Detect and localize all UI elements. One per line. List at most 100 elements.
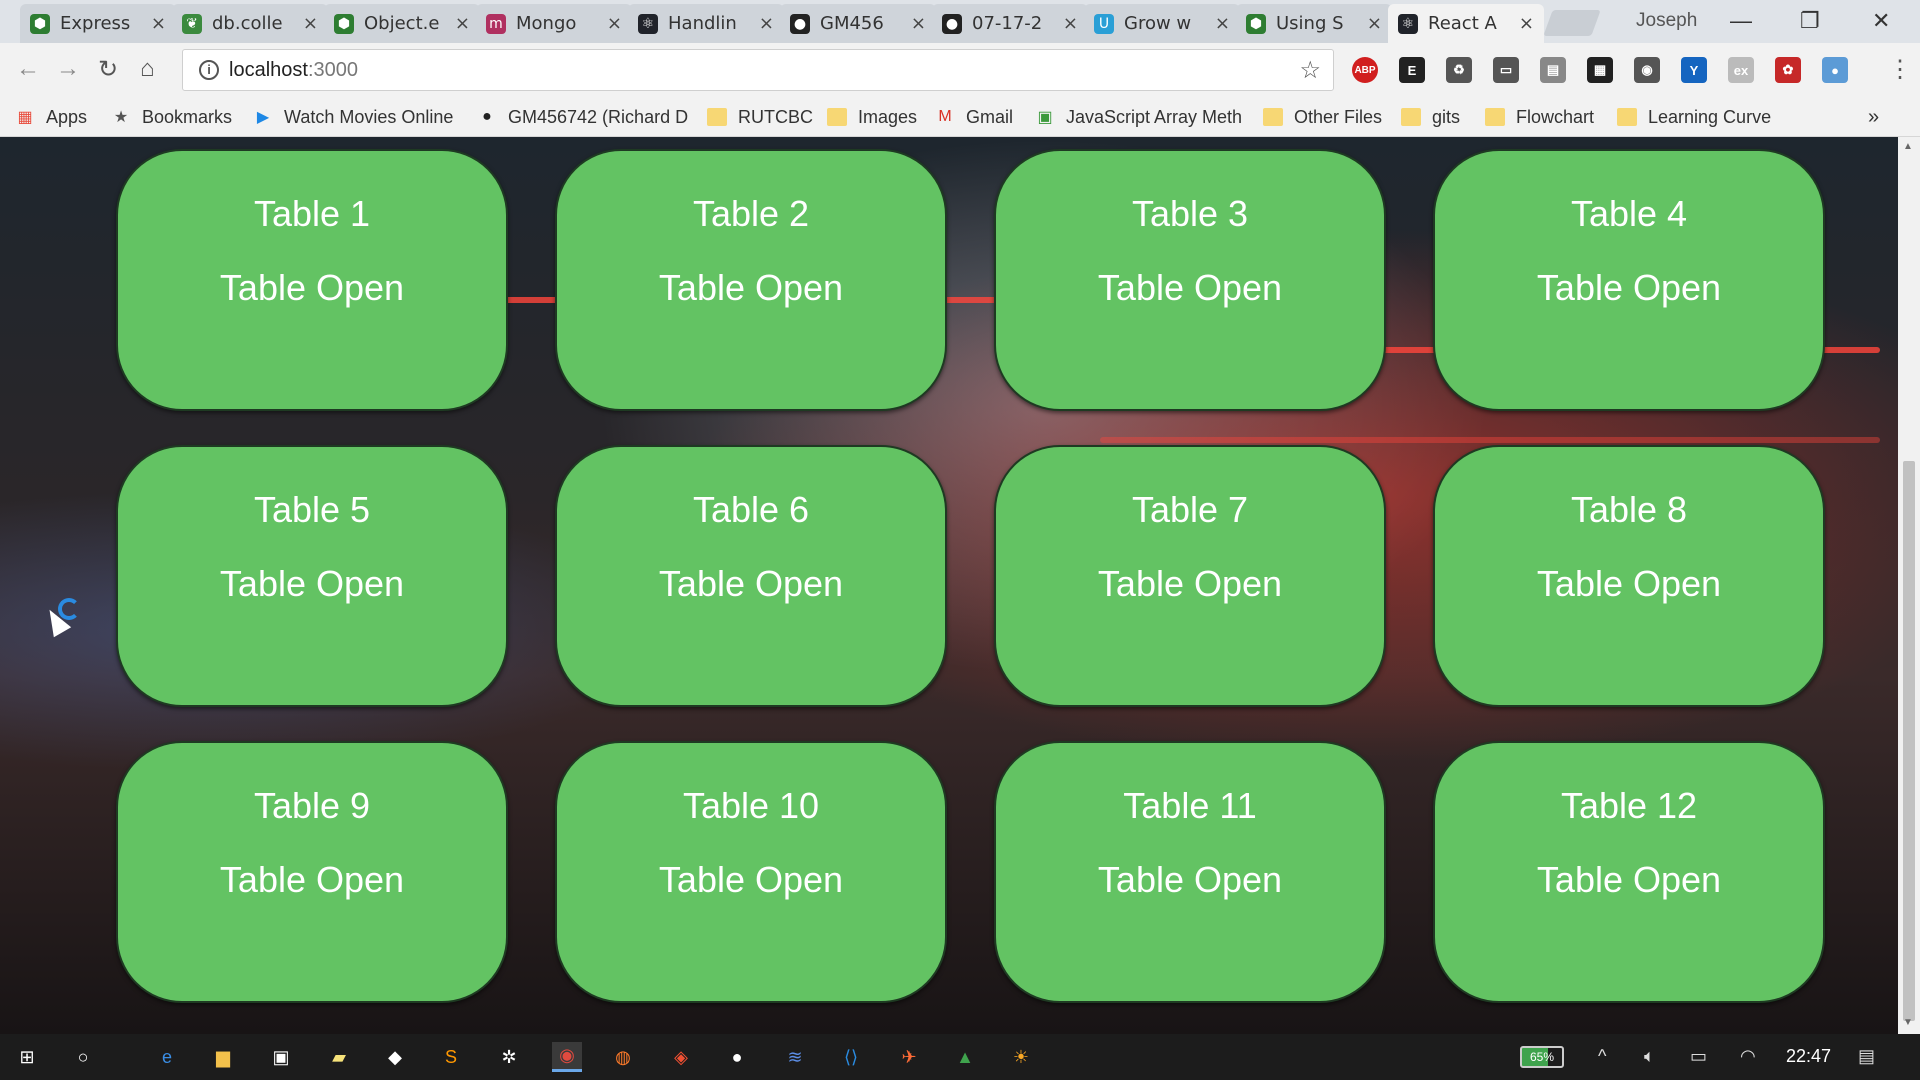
address-bar[interactable]: i localhost:3000 ☆	[182, 49, 1334, 91]
reader-icon[interactable]: ▤	[1540, 57, 1566, 83]
tab-close-icon[interactable]: ×	[303, 13, 318, 34]
globe-icon[interactable]: ◉	[1634, 57, 1660, 83]
bookmark-item[interactable]: ● GM456742 (Richard D	[476, 103, 688, 131]
paw-icon[interactable]: ✿	[1775, 57, 1801, 83]
back-arrow-icon[interactable]: ←	[16, 55, 40, 83]
bookmark-item[interactable]: Other Files	[1262, 103, 1382, 131]
clock[interactable]: 22:47	[1786, 1046, 1831, 1067]
scroll-down-icon[interactable]: ▼	[1903, 1017, 1913, 1028]
tab-close-icon[interactable]: ×	[1367, 13, 1382, 34]
battery-icon[interactable]: ▭	[1690, 1046, 1707, 1067]
page-scrollbar[interactable]: ▲ ▼	[1898, 137, 1920, 1034]
table-name: Table 7	[1131, 489, 1249, 530]
cortana-icon[interactable]: ○	[68, 1042, 98, 1072]
firefox-icon[interactable]: ◍	[608, 1042, 638, 1072]
tab-close-icon[interactable]: ×	[151, 13, 166, 34]
bookmarks-overflow-button[interactable]: »	[1868, 103, 1879, 131]
tab-close-icon[interactable]: ×	[1215, 13, 1230, 34]
table-card[interactable]: Table 9 Table Open	[116, 741, 508, 1003]
windows-taskbar: 65% ^ 🔈︎ ▭ ◠ 22:47 ▤ ⊞ ○ e ▆ ▣ ▰ ◆ S ✲ ◉ ◍ ◈ ● ≋ ⟨⟩ ✈ ▲ ☀	[0, 1034, 1920, 1080]
file-explorer-icon[interactable]: ▆	[208, 1042, 238, 1072]
recycle-icon[interactable]: ♻	[1446, 57, 1472, 83]
tab-item[interactable]: ⚛ React A ×	[1388, 4, 1544, 43]
battery-indicator[interactable]: 65%	[1520, 1046, 1564, 1068]
tab-close-icon[interactable]: ×	[759, 13, 774, 34]
wifi-icon[interactable]: ◠	[1740, 1046, 1756, 1067]
table-card[interactable]: Table 11 Table Open	[994, 741, 1386, 1003]
scrollbar-thumb[interactable]	[1903, 461, 1915, 1021]
bookmark-item[interactable]: gits	[1400, 103, 1460, 131]
table-card[interactable]: Table 5 Table Open	[116, 445, 508, 707]
slack-icon[interactable]: ✲	[494, 1042, 524, 1072]
tab-item[interactable]: ⬢ Express ×	[20, 4, 176, 43]
bookmark-item[interactable]: Images	[826, 103, 917, 131]
bookmark-item[interactable]: RUTCBC	[706, 103, 813, 131]
home-icon[interactable]: ⌂	[140, 55, 155, 83]
restore-icon[interactable]: ❐	[1800, 8, 1820, 34]
sql-icon[interactable]: ≋	[780, 1042, 810, 1072]
chrome-menu-icon[interactable]: ⋮	[1888, 55, 1912, 84]
tab-item[interactable]: ⬢ Using S ×	[1236, 4, 1392, 43]
tab-close-icon[interactable]: ×	[455, 13, 470, 34]
sticky-notes-icon[interactable]: ▰	[324, 1042, 354, 1072]
tab-item[interactable]: ⚛ Handlin ×	[628, 4, 784, 43]
close-window-icon[interactable]: ✕	[1872, 8, 1890, 34]
bookmark-star-icon[interactable]: ☆	[1299, 56, 1321, 85]
tab-close-icon[interactable]: ×	[1519, 13, 1534, 34]
action-center-icon[interactable]: ▤	[1858, 1046, 1875, 1067]
bookmark-item[interactable]: ▶ Watch Movies Online	[252, 103, 454, 131]
tab-item[interactable]: ● GM456 ×	[780, 4, 936, 43]
windows-start-icon[interactable]: ⊞	[12, 1042, 42, 1072]
new-tab-button[interactable]	[1543, 10, 1601, 36]
bookmark-item[interactable]: ▦ Apps	[14, 103, 87, 131]
avatar-icon[interactable]: ●	[1822, 57, 1848, 83]
bookmark-item[interactable]: ▣ JavaScript Array Meth	[1034, 103, 1242, 131]
table-card[interactable]: Table 7 Table Open	[994, 445, 1386, 707]
github-desktop-icon[interactable]: ●	[722, 1042, 752, 1072]
sublime-icon[interactable]: S	[436, 1042, 466, 1072]
reload-icon[interactable]: ↻	[98, 55, 118, 84]
info-icon[interactable]: i	[199, 60, 219, 80]
sun-app-icon[interactable]: ☀	[1006, 1042, 1036, 1072]
ex-icon[interactable]: ex	[1728, 57, 1754, 83]
notes-icon[interactable]: ◆	[380, 1042, 410, 1072]
tab-close-icon[interactable]: ×	[1063, 13, 1078, 34]
bookmark-item[interactable]: ★ Bookmarks	[110, 103, 232, 131]
table-card[interactable]: Table 1 Table Open	[116, 149, 508, 411]
table-card[interactable]: Table 8 Table Open	[1433, 445, 1825, 707]
edge-icon[interactable]: e	[152, 1042, 182, 1072]
cast-icon[interactable]: ▭	[1493, 57, 1519, 83]
forward-arrow-icon[interactable]: →	[56, 55, 80, 83]
tab-item[interactable]: U Grow w ×	[1084, 4, 1240, 43]
tab-item[interactable]: ⬢ Object.e ×	[324, 4, 480, 43]
tray-chevron-icon[interactable]: ^	[1598, 1046, 1606, 1067]
table-card[interactable]: Table 10 Table Open	[555, 741, 947, 1003]
scroll-up-icon[interactable]: ▲	[1903, 141, 1913, 152]
bookmark-item[interactable]: Flowchart	[1484, 103, 1594, 131]
evernote-icon[interactable]: E	[1399, 57, 1425, 83]
adblock-icon[interactable]: ABP	[1352, 57, 1378, 83]
chrome-icon[interactable]: ◉	[552, 1042, 582, 1072]
qr-code-icon[interactable]: ▦	[1587, 57, 1613, 83]
minimize-icon[interactable]: —	[1730, 8, 1752, 34]
git-icon[interactable]: ◈	[666, 1042, 696, 1072]
vscode-icon[interactable]: ⟨⟩	[836, 1042, 866, 1072]
table-card[interactable]: Table 4 Table Open	[1433, 149, 1825, 411]
tab-item[interactable]: ❦ db.colle ×	[172, 4, 328, 43]
y-icon[interactable]: Y	[1681, 57, 1707, 83]
bookmark-item[interactable]: Learning Curve	[1616, 103, 1771, 131]
bookmark-item[interactable]: M Gmail	[934, 103, 1013, 131]
profile-name[interactable]: Joseph	[1636, 10, 1697, 32]
tab-close-icon[interactable]: ×	[911, 13, 926, 34]
tab-close-icon[interactable]: ×	[607, 13, 622, 34]
tab-item[interactable]: ● 07-17-2 ×	[932, 4, 1088, 43]
volume-icon[interactable]: 🔈︎	[1644, 1046, 1655, 1067]
table-card[interactable]: Table 3 Table Open	[994, 149, 1386, 411]
cod-game-icon[interactable]: ▣	[266, 1042, 296, 1072]
table-card[interactable]: Table 12 Table Open	[1433, 741, 1825, 1003]
table-card[interactable]: Table 6 Table Open	[555, 445, 947, 707]
kraken-icon[interactable]: ▲	[950, 1042, 980, 1072]
postman-icon[interactable]: ✈	[894, 1042, 924, 1072]
table-card[interactable]: Table 2 Table Open	[555, 149, 947, 411]
tab-item[interactable]: m Mongo ×	[476, 4, 632, 43]
